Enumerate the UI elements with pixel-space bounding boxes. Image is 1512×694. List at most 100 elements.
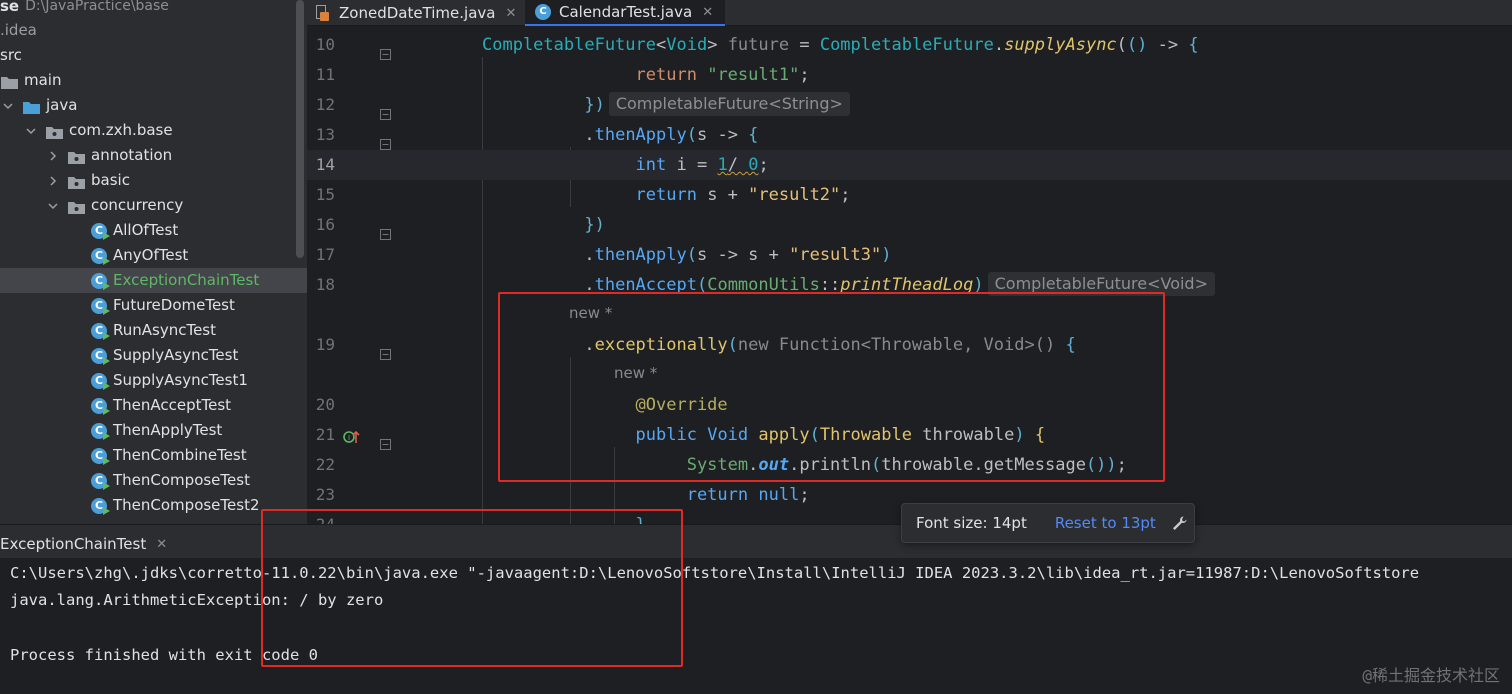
tree-item-label: ThenAcceptTest (113, 396, 232, 414)
run-tab-label: ExceptionChainTest (0, 535, 147, 553)
tab-zoneddatetime[interactable]: ZonedDateTime.java ✕ (315, 0, 528, 26)
tree-item-label: main (24, 71, 62, 89)
fold-icon[interactable] (380, 220, 391, 240)
tree-item-class[interactable]: C SupplyAsyncTest1 (0, 368, 307, 393)
line-number: 16 (315, 215, 335, 234)
tab-calendartest[interactable]: C CalendarTest.java ✕ (525, 0, 726, 26)
line-number: 21 (315, 425, 335, 444)
line-number: 24 (307, 510, 335, 524)
code-line: 12 }) CompletableFuture<String> (307, 90, 1512, 120)
close-icon[interactable]: ✕ (156, 537, 167, 552)
chevron-down-icon[interactable] (2, 93, 14, 118)
editor-tabs: ZonedDateTime.java ✕ C CalendarTest.java… (307, 0, 1512, 26)
tree-root[interactable]: se D:\JavaPractice\base (0, 0, 307, 19)
fold-icon[interactable] (380, 340, 391, 360)
tab-label: ZonedDateTime.java (339, 4, 496, 22)
line-number: 17 (315, 245, 335, 264)
tree-item-src[interactable]: src (0, 43, 307, 68)
tree-item-label: com.zxh.base (69, 121, 173, 139)
tree-item-class[interactable]: C FutureDomeTest (0, 293, 307, 318)
close-icon[interactable]: ✕ (702, 5, 713, 20)
code-vision-author[interactable]: new * (569, 304, 612, 322)
line-number: 22 (315, 455, 335, 474)
fold-icon[interactable] (380, 100, 391, 120)
java-class-icon: C (535, 4, 551, 20)
tree-item-label: basic (91, 171, 130, 189)
tree-item-main[interactable]: main (0, 68, 307, 93)
line-number: 13 (315, 125, 335, 144)
svg-text:I: I (348, 434, 350, 442)
chevron-right-icon[interactable] (47, 143, 59, 168)
java-class-icon: C (91, 472, 110, 490)
override-icon[interactable]: I (343, 426, 361, 444)
run-tool-window-header: ExceptionChainTest ✕ (0, 524, 1512, 558)
tree-item-class[interactable]: C ThenCombineTest (0, 443, 307, 468)
java-class-icon: C (91, 497, 110, 515)
tree-item-class[interactable]: C ThenComposeTest (0, 468, 307, 493)
code-line-current: 14 int i = 1/ 0; (307, 150, 1512, 180)
chevron-down-icon[interactable] (25, 118, 37, 143)
fold-icon[interactable] (380, 430, 391, 450)
code-line: 17 .thenApply(s -> s + "result3") (307, 240, 1512, 270)
watermark: @稀土掘金技术社区 (1362, 666, 1500, 685)
tree-item-label: ThenComposeTest (113, 471, 250, 489)
project-tree: se D:\JavaPractice\base .idea src main j… (0, 0, 307, 524)
folder-icon (0, 73, 19, 89)
line-number: 20 (315, 395, 335, 414)
tree-item-label: FutureDomeTest (113, 296, 235, 314)
line-number: 23 (315, 485, 335, 504)
tree-item-annotation[interactable]: annotation (0, 143, 307, 168)
tree-item-java[interactable]: java (0, 93, 307, 118)
console-line-exit: Process finished with exit code 0 (10, 646, 318, 664)
tree-item-class[interactable]: C RunAsyncTest (0, 318, 307, 343)
tree-item-label: java (46, 96, 78, 114)
tree-item-class[interactable]: C AllOfTest (0, 218, 307, 243)
tab-label: CalendarTest.java (559, 3, 693, 21)
run-console[interactable]: C:\Users\zhg\.jdks\corretto-11.0.22\bin\… (0, 558, 1512, 694)
package-icon (67, 148, 86, 164)
tree-item-class[interactable]: C AnyOfTest (0, 243, 307, 268)
source-folder-icon (22, 98, 41, 114)
java-class-icon: C (91, 247, 110, 265)
wrench-icon[interactable] (1170, 514, 1188, 532)
tree-item-label: annotation (91, 146, 173, 164)
tree-item-class[interactable]: C ThenAcceptTest (0, 393, 307, 418)
tree-item-class-selected[interactable]: C ExceptionChainTest (0, 268, 307, 293)
tab-run-config[interactable]: ExceptionChainTest ✕ (0, 529, 167, 559)
code-line: 16 }) (307, 210, 1512, 240)
tree-item-class[interactable]: C ThenComposeTest2 (0, 493, 307, 518)
code-vision-author[interactable]: new * (614, 364, 657, 382)
tree-item-idea[interactable]: .idea (0, 18, 307, 43)
tree-item-label: src (0, 46, 22, 64)
package-icon (67, 198, 86, 214)
line-number: 11 (315, 65, 335, 84)
tree-item-label: .idea (0, 21, 37, 39)
tree-item-class[interactable]: C SupplyAsyncTest (0, 343, 307, 368)
chevron-right-icon[interactable] (47, 168, 59, 193)
tree-scrollbar[interactable] (296, 0, 304, 258)
java-class-icon: C (91, 372, 110, 390)
tree-item-basic[interactable]: basic (0, 168, 307, 193)
fold-icon[interactable] (380, 130, 391, 150)
tree-item-concurrency[interactable]: concurrency (0, 193, 307, 218)
tree-item-class[interactable]: C ThenApplyTest (0, 418, 307, 443)
java-file-icon (315, 5, 329, 21)
tree-item-package[interactable]: com.zxh.base (0, 118, 307, 143)
java-class-icon: C (91, 422, 110, 440)
tree-item-label: SupplyAsyncTest (113, 346, 239, 364)
java-class-icon: C (91, 297, 110, 315)
close-icon[interactable]: ✕ (505, 6, 516, 21)
tree-item-label: AllOfTest (113, 221, 179, 239)
tree-item-label: AnyOfTest (113, 246, 189, 264)
tree-item-label: ExceptionChainTest (113, 271, 260, 289)
fold-icon[interactable] (380, 40, 391, 60)
java-class-icon: C (91, 322, 110, 340)
code-line: 20 @Override (307, 390, 1512, 420)
reset-font-size-link[interactable]: Reset to 13pt (1055, 514, 1156, 532)
code-line: 19 .exceptionally(new Function<Throwable… (307, 330, 1512, 360)
code-editor[interactable]: 10 CompletableFuture<Void> future = Comp… (307, 27, 1512, 524)
chevron-down-icon[interactable] (47, 193, 59, 218)
java-class-icon: C (91, 272, 110, 290)
java-class-icon: C (91, 347, 110, 365)
line-number: 12 (315, 95, 335, 114)
